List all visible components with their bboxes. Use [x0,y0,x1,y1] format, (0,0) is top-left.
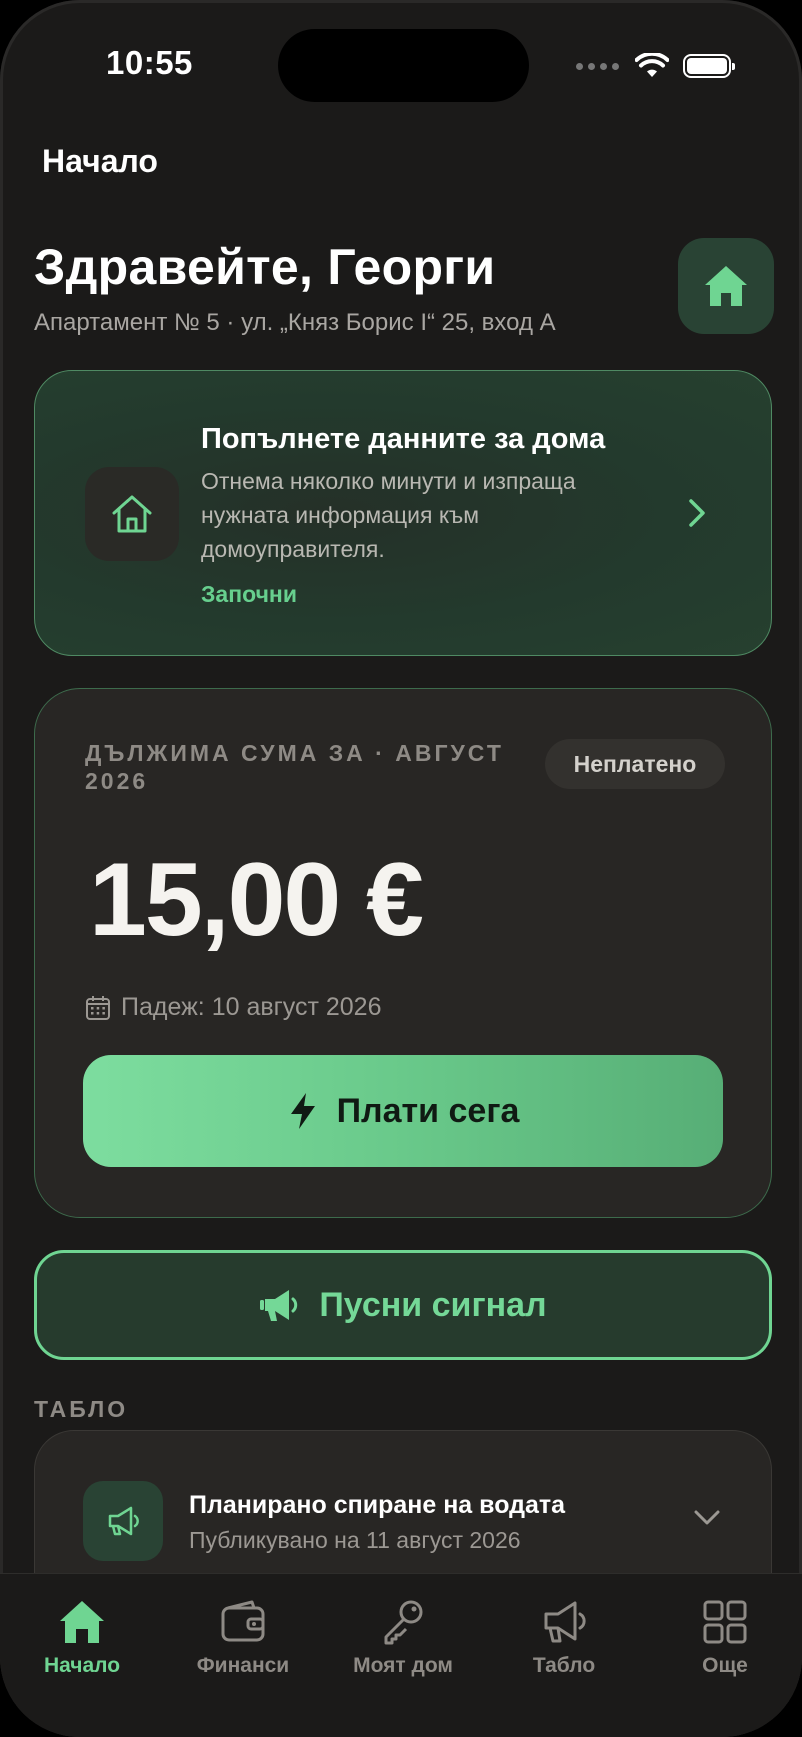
tab-my-home[interactable]: Моят дом [333,1598,473,1678]
home-icon [705,266,747,306]
tab-home[interactable]: Начало [12,1598,152,1678]
pay-now-button[interactable]: Плати сега [83,1055,723,1167]
board-item-icon-box [83,1481,163,1561]
wifi-icon [635,53,669,77]
board-item-subtitle: Публикувано на 11 август 2026 [189,1527,521,1553]
calendar-icon [86,995,110,1020]
onboarding-icon-box [85,467,179,561]
tab-bar: Начало Финанси Моят дом Табло Още [0,1573,802,1737]
nav-title: Начало [42,143,158,179]
report-signal-label: Пусни сигнал [319,1285,547,1324]
wallet-icon [221,1600,265,1642]
tab-board[interactable]: Табло [494,1598,634,1678]
onboarding-start-link[interactable]: Започни [201,581,297,608]
chevron-down-icon[interactable] [693,1509,721,1527]
tab-board-label: Табло [532,1654,596,1677]
dynamic-island [278,29,529,102]
board-section-title: ТАБЛО [34,1396,129,1422]
report-signal-button[interactable]: Пусни сигнал [34,1250,772,1360]
home-button[interactable] [678,238,774,334]
signal-dots-icon [576,62,619,70]
status-badge: Неплатено [545,739,725,789]
amount-due-label: ДЪЛЖИМА СУМА ЗА · АВГУСТ 2026 [85,740,504,794]
tab-home-label: Начало [43,1654,121,1677]
tab-finances-label: Финанси [196,1654,290,1677]
onboarding-description: Отнема няколко минути и изпраща нужната … [201,468,576,562]
board-item-title: Планирано спиране на водата [189,1491,566,1519]
tab-more[interactable]: Още [655,1598,795,1678]
megaphone-icon [108,1506,139,1536]
due-date-text: Падеж: 10 август 2026 [121,993,382,1021]
address-subtitle: Апартамент № 5 · ул. „Княз Борис I“ 25, … [34,309,556,336]
bolt-icon [290,1093,315,1129]
onboarding-card[interactable]: Попълнете данните за дома Отнема няколко… [34,370,772,656]
megaphone-icon [544,1601,586,1643]
home-icon [60,1601,104,1643]
status-time: 10:55 [106,44,193,81]
amount-due-value: 15,00 € [89,842,424,958]
battery-icon [683,54,735,78]
grid-icon [703,1600,747,1644]
chevron-right-icon [689,499,705,527]
greeting-title: Здравейте, Георги [34,239,496,295]
key-icon [384,1600,423,1645]
house-outline-icon [112,495,152,533]
amount-due-card: ДЪЛЖИМА СУМА ЗА · АВГУСТ 2026 Неплатено … [34,688,772,1218]
phone-screen: 10:55 Начало Здравейте, Георги Апартамен… [0,0,802,1737]
due-date-row: Падеж: 10 август 2026 [85,993,382,1022]
tab-my-home-label: Моят дом [353,1654,453,1677]
pay-now-label: Плати сега [336,1091,520,1130]
tab-more-label: Още [702,1654,748,1677]
megaphone-icon [260,1290,298,1321]
status-indicators [576,50,735,82]
tab-finances[interactable]: Финанси [173,1598,313,1678]
onboarding-title: Попълнете данните за дома [201,423,606,455]
